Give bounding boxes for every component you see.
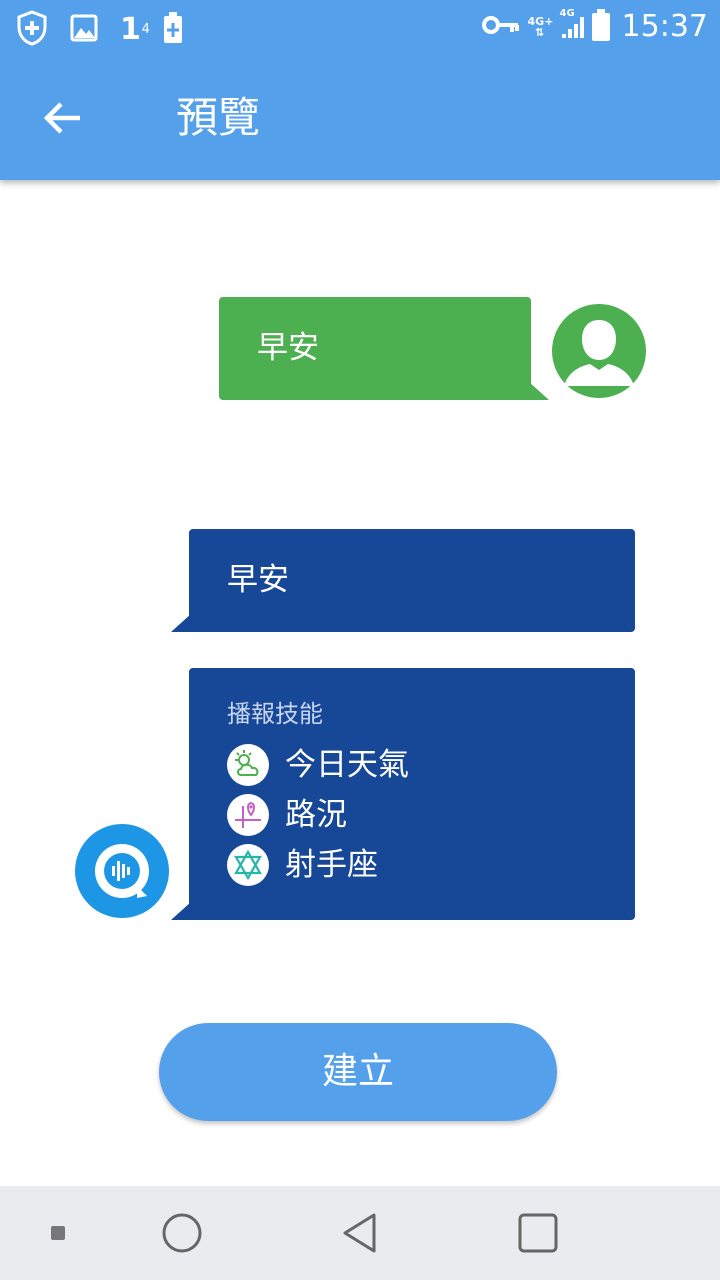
bot-message-bubble: 早安 — [189, 529, 635, 632]
star-of-david-icon — [227, 844, 269, 886]
skill-item-weather: 今日天氣 — [227, 740, 597, 790]
nav-menu-button[interactable] — [13, 1186, 103, 1280]
back-triangle-icon — [343, 1213, 376, 1253]
skill-label: 今日天氣 — [285, 747, 409, 783]
user-avatar — [552, 304, 646, 398]
bot-bubble-tail — [171, 614, 191, 632]
skills-heading: 播報技能 — [227, 700, 323, 728]
battery-icon — [591, 9, 610, 45]
traffic-map-icon — [227, 794, 269, 836]
page-title: 預覽 — [176, 93, 261, 142]
clock: 15:37 — [621, 9, 708, 44]
bot-bubble-tail — [171, 902, 191, 920]
toolbar: 預覽 — [0, 56, 720, 180]
nav-back-button[interactable] — [315, 1186, 405, 1280]
skill-label: 路況 — [285, 797, 347, 833]
status-bar: 14 4G+ ⇅ 4G 15:37 — [0, 0, 720, 56]
bot-avatar — [75, 824, 169, 918]
recents-square-icon — [518, 1213, 558, 1253]
status-notification-count: 14 — [120, 12, 150, 47]
person-icon — [564, 320, 634, 386]
nav-recents-button[interactable] — [493, 1186, 583, 1280]
user-message-bubble: 早安 — [219, 297, 531, 400]
vpn-key-icon — [481, 14, 520, 40]
assistant-logo-icon — [95, 844, 149, 898]
skills-bubble: 播報技能 今日天氣 路況 射手座 — [189, 668, 635, 920]
skill-label: 射手座 — [285, 847, 378, 883]
arrow-back-icon — [43, 102, 80, 134]
system-nav-bar — [0, 1186, 720, 1280]
home-circle-icon — [162, 1213, 202, 1253]
network-type-4g-plus: 4G+ ⇅ — [527, 15, 554, 39]
network-type-4g: 4G — [560, 8, 584, 42]
create-button[interactable]: 建立 — [159, 1023, 557, 1121]
skill-item-traffic: 路況 — [227, 790, 597, 840]
weather-icon — [227, 744, 269, 786]
back-button[interactable] — [28, 84, 96, 152]
app-bar: 14 4G+ ⇅ 4G 15:37 預覽 — [0, 0, 720, 180]
nav-home-button[interactable] — [137, 1186, 227, 1280]
user-bubble-tail — [529, 382, 549, 400]
image-icon — [70, 14, 98, 46]
battery-saver-icon — [163, 12, 183, 48]
skill-item-horoscope: 射手座 — [227, 840, 597, 890]
shield-plus-icon — [16, 10, 48, 50]
small-square-icon — [51, 1226, 65, 1240]
